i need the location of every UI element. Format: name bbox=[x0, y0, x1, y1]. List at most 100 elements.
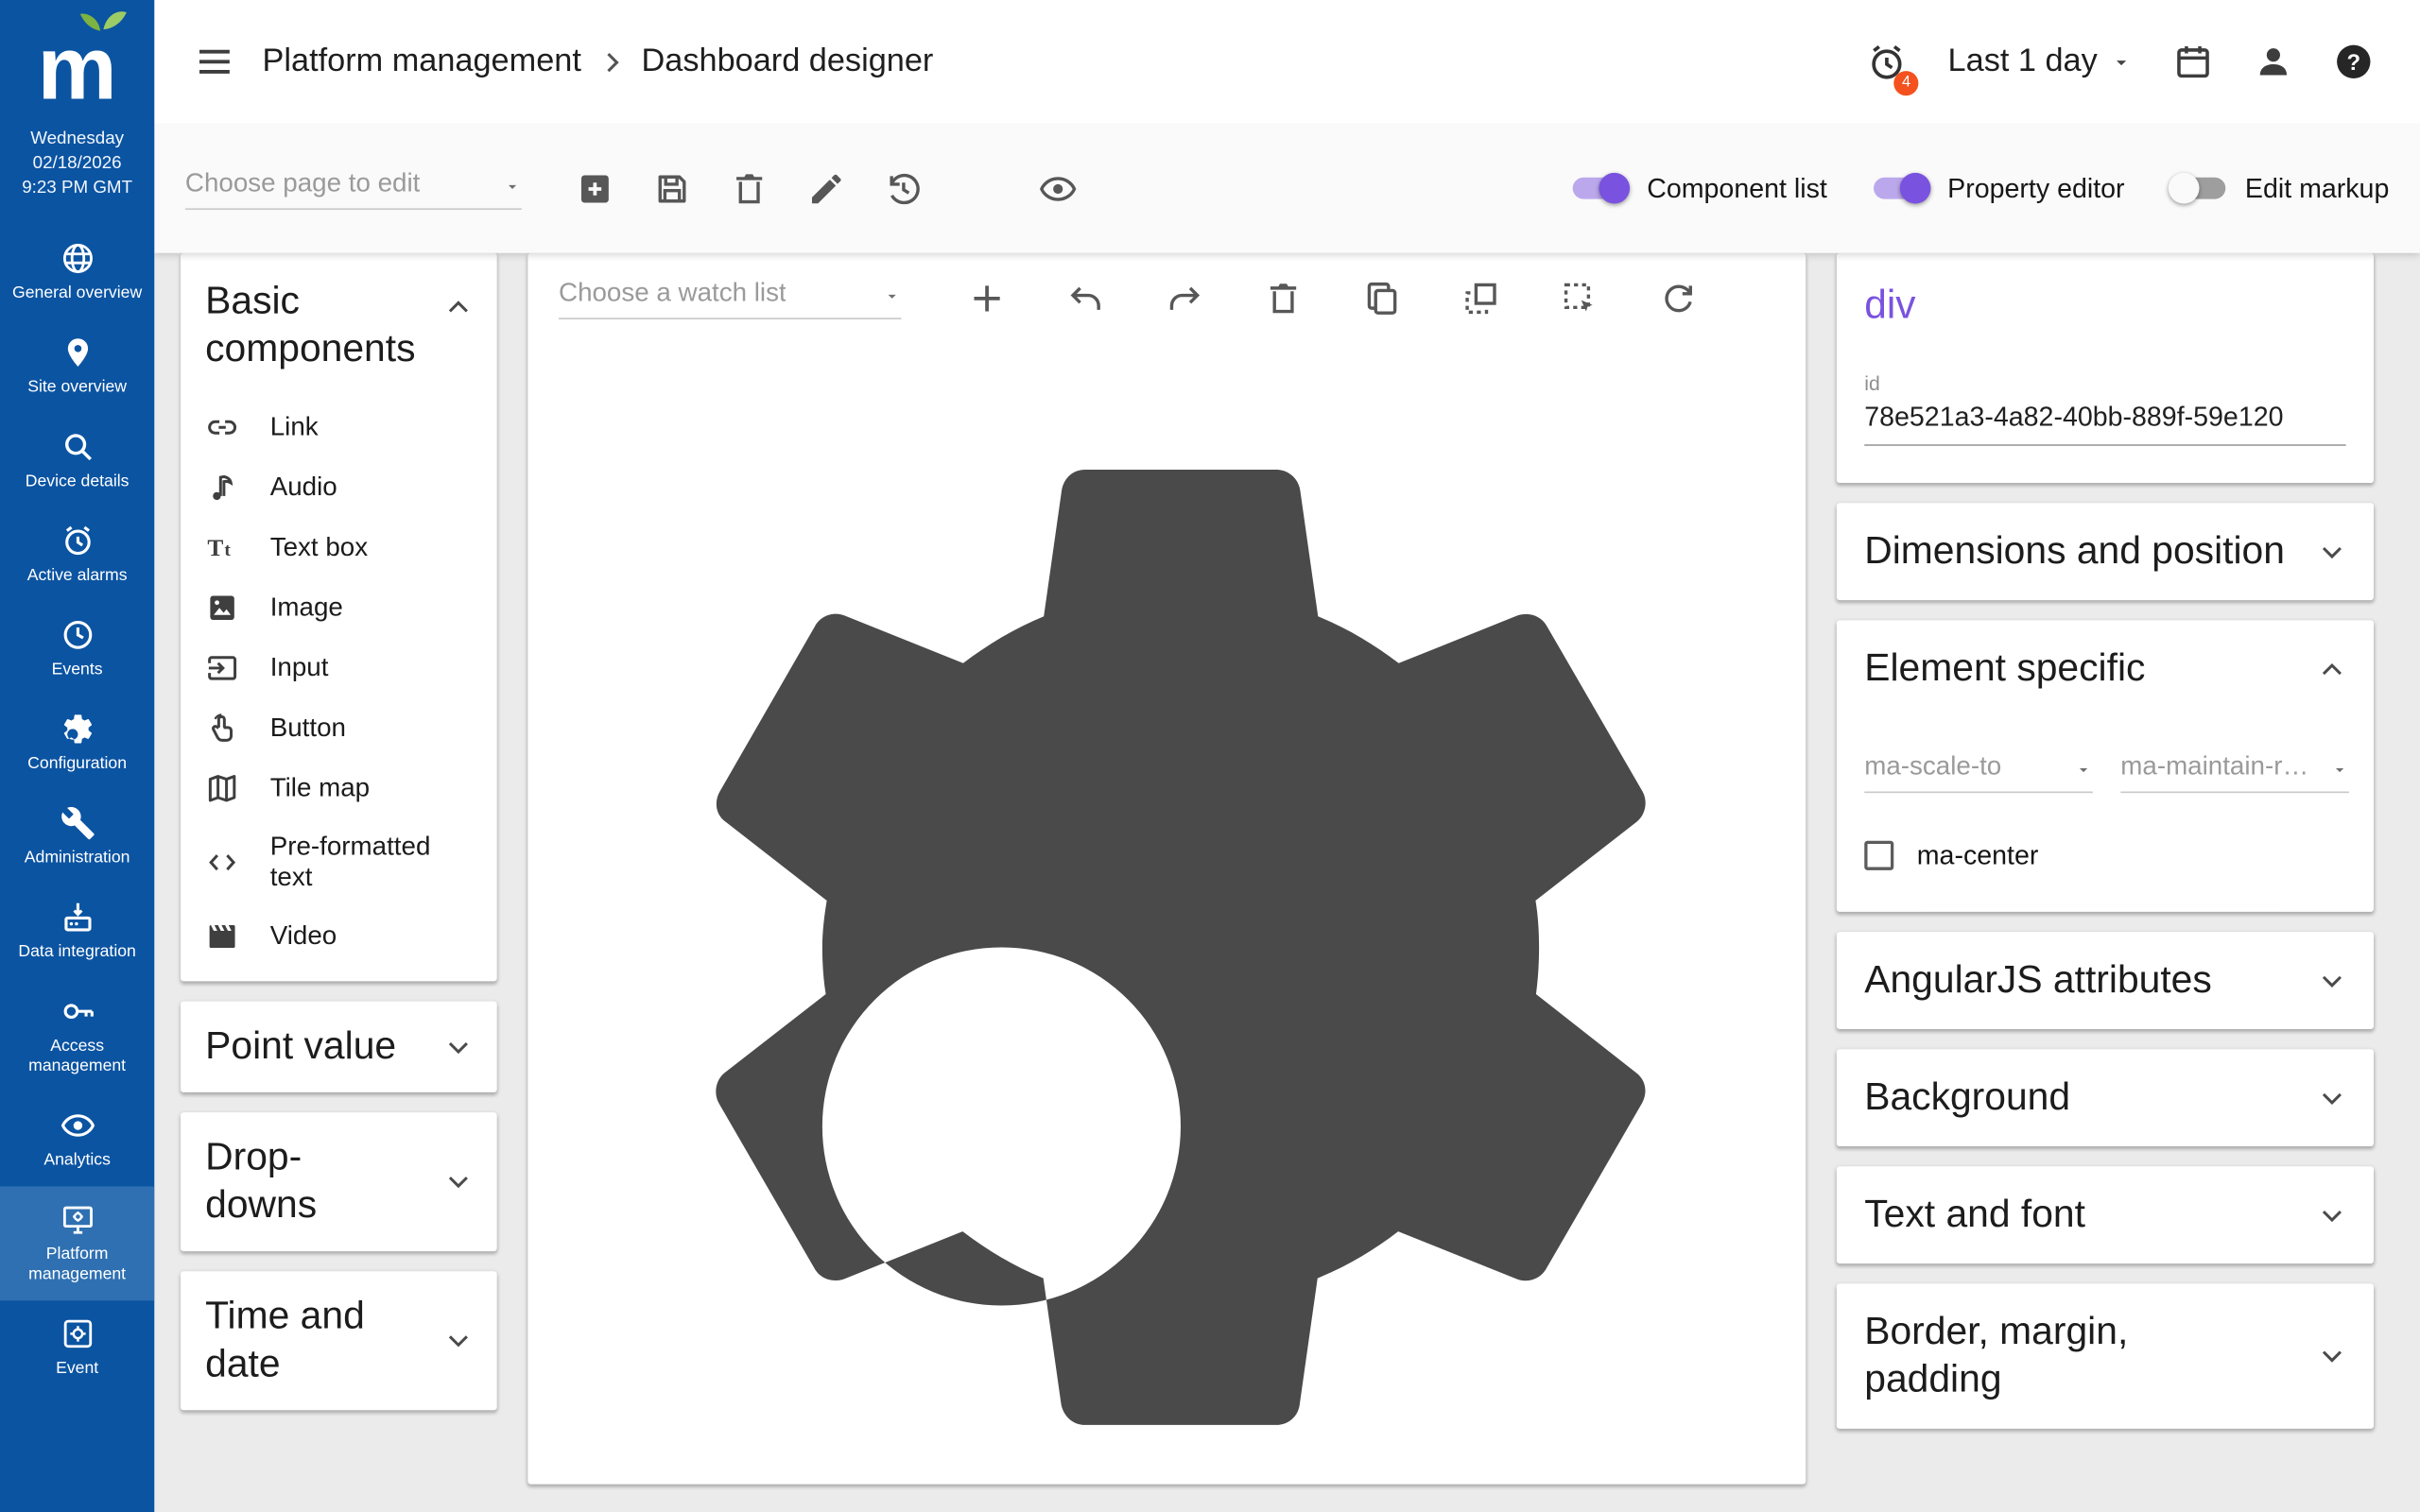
add-component-button[interactable] bbox=[968, 280, 1007, 318]
component-link[interactable]: Link bbox=[205, 397, 475, 457]
section-title: Basic components bbox=[205, 278, 441, 373]
map-icon bbox=[205, 771, 239, 805]
mango-logo[interactable]: m bbox=[0, 0, 154, 124]
copy-button[interactable] bbox=[1363, 280, 1402, 318]
section-border-margin-padding[interactable]: Border, margin, padding bbox=[1837, 1283, 2374, 1428]
chevron-up-icon[interactable] bbox=[441, 290, 475, 324]
calendar-icon[interactable] bbox=[2173, 42, 2213, 81]
component-text-box[interactable]: Text box bbox=[205, 517, 475, 577]
user-icon[interactable] bbox=[2254, 42, 2293, 81]
scale-to-select[interactable]: ma-scale-to bbox=[1864, 751, 2093, 793]
sidebar-item-event[interactable]: Event bbox=[0, 1300, 154, 1395]
sidebar-item-device-details[interactable]: Device details bbox=[0, 414, 154, 508]
component-input[interactable]: Input bbox=[205, 637, 475, 697]
time-range-select[interactable]: Last 1 day bbox=[1948, 43, 2134, 80]
monitor-gear-icon bbox=[60, 1202, 95, 1238]
property-editor-toggle[interactable]: Property editor bbox=[1874, 172, 2125, 204]
eye-icon bbox=[1039, 169, 1078, 208]
add-box-icon bbox=[576, 169, 614, 208]
reorder-button[interactable] bbox=[961, 169, 1000, 208]
page-select[interactable]: Choose page to edit bbox=[185, 167, 522, 209]
sidebar-item-configuration[interactable]: Configuration bbox=[0, 696, 154, 790]
sidebar-item-access-management[interactable]: Access management bbox=[0, 978, 154, 1092]
sidebar-item-events[interactable]: Events bbox=[0, 602, 154, 696]
ma-center-row: ma-center bbox=[1864, 839, 2349, 871]
section-point-value[interactable]: Point value bbox=[181, 1002, 497, 1092]
component-video[interactable]: Video bbox=[205, 905, 475, 966]
clock-icon bbox=[60, 617, 95, 653]
section-dimensions-position[interactable]: Dimensions and position bbox=[1837, 503, 2374, 600]
section-title: Background bbox=[1864, 1074, 2306, 1122]
edit-markup-toggle[interactable]: Edit markup bbox=[2171, 172, 2390, 204]
chevron-down-icon bbox=[2330, 761, 2349, 780]
canvas-toolbar: Choose a watch list bbox=[559, 278, 1778, 319]
sidebar-item-administration[interactable]: Administration bbox=[0, 790, 154, 885]
section-background[interactable]: Background bbox=[1837, 1049, 2374, 1146]
delete-page-button[interactable] bbox=[730, 169, 769, 208]
watch-list-select[interactable]: Choose a watch list bbox=[559, 278, 901, 319]
select-area-button[interactable] bbox=[1561, 280, 1599, 318]
movie-icon bbox=[205, 919, 239, 953]
section-title: Drop-downs bbox=[205, 1134, 372, 1229]
delete-component-button[interactable] bbox=[1264, 280, 1303, 318]
paste-button[interactable] bbox=[1461, 280, 1500, 318]
sidebar-datetime: Wednesday 02/18/2026 9:23 PM GMT bbox=[0, 124, 154, 216]
copy-icon bbox=[1363, 280, 1402, 318]
view-toggles: Component list Property editor Edit mark… bbox=[1573, 172, 2389, 204]
image-icon bbox=[205, 590, 239, 624]
reorder-icon bbox=[961, 169, 1000, 208]
component-list: Link Audio Text box Image bbox=[205, 397, 475, 966]
redo-button[interactable] bbox=[1166, 280, 1204, 318]
sidebar-item-analytics[interactable]: Analytics bbox=[0, 1092, 154, 1187]
maintain-ratio-select[interactable]: ma-maintain-ratio bbox=[2120, 751, 2349, 793]
sidebar-item-platform-management[interactable]: Platform management bbox=[0, 1187, 154, 1301]
new-page-button[interactable] bbox=[576, 169, 614, 208]
main-column: Platform management Dashboard designer 4… bbox=[154, 0, 2420, 1512]
component-tile-map[interactable]: Tile map bbox=[205, 758, 475, 818]
section-title: Border, margin, padding bbox=[1864, 1308, 2220, 1403]
undo-button[interactable] bbox=[1066, 280, 1105, 318]
input-icon bbox=[205, 650, 239, 684]
checkbox-label: ma-center bbox=[1917, 839, 2039, 871]
section-time-and-date[interactable]: Time and date bbox=[181, 1271, 497, 1410]
sidebar-item-general-overview[interactable]: General overview bbox=[0, 225, 154, 319]
section-text-and-font[interactable]: Text and font bbox=[1837, 1166, 2374, 1263]
touch-icon bbox=[205, 711, 239, 745]
save-icon bbox=[653, 169, 692, 208]
bring-front-icon bbox=[1461, 280, 1500, 318]
chevron-down-icon bbox=[441, 1165, 475, 1199]
section-angularjs-attributes[interactable]: AngularJS attributes bbox=[1837, 932, 2374, 1029]
chevron-up-icon[interactable] bbox=[2315, 652, 2349, 686]
component-button[interactable]: Button bbox=[205, 697, 475, 758]
chevron-down-icon bbox=[2315, 964, 2349, 998]
section-title: Text and font bbox=[1864, 1191, 2306, 1239]
sidebar-item-data-integration[interactable]: Data integration bbox=[0, 885, 154, 979]
link-icon bbox=[205, 409, 239, 443]
ma-center-checkbox[interactable] bbox=[1864, 841, 1893, 870]
preview-button[interactable] bbox=[1039, 169, 1078, 208]
element-id-field[interactable]: 78e521a3-4a82-40bb-889f-59e120 bbox=[1864, 401, 2345, 445]
sidebar-item-active-alarms[interactable]: Active alarms bbox=[0, 507, 154, 602]
component-image[interactable]: Image bbox=[205, 577, 475, 638]
element-tag-label: div bbox=[1864, 281, 2345, 329]
active-alarms-button[interactable]: 4 bbox=[1866, 41, 1908, 82]
save-page-button[interactable] bbox=[653, 169, 692, 208]
section-title: AngularJS attributes bbox=[1864, 956, 2306, 1005]
pencil-icon bbox=[807, 169, 846, 208]
revision-history-button[interactable] bbox=[885, 169, 924, 208]
component-list-panel: Basic components Link Audio bbox=[181, 253, 497, 1512]
breadcrumb-platform-management[interactable]: Platform management bbox=[263, 43, 581, 80]
component-audio[interactable]: Audio bbox=[205, 456, 475, 517]
help-icon[interactable] bbox=[2334, 42, 2374, 81]
menu-icon[interactable] bbox=[195, 42, 234, 81]
component-list-toggle[interactable]: Component list bbox=[1573, 172, 1827, 204]
component-preformatted-text[interactable]: Pre-formatted text bbox=[205, 817, 475, 905]
sidebar-item-site-overview[interactable]: Site overview bbox=[0, 319, 154, 414]
canvas-settings-button[interactable] bbox=[583, 351, 1778, 1512]
redo-icon bbox=[1166, 280, 1204, 318]
sidebar: m Wednesday 02/18/2026 9:23 PM GMT Gener… bbox=[0, 0, 154, 1512]
trash-icon bbox=[730, 169, 769, 208]
edit-page-button[interactable] bbox=[807, 169, 846, 208]
section-drop-downs[interactable]: Drop-downs bbox=[181, 1112, 497, 1251]
refresh-button[interactable] bbox=[1659, 280, 1698, 318]
